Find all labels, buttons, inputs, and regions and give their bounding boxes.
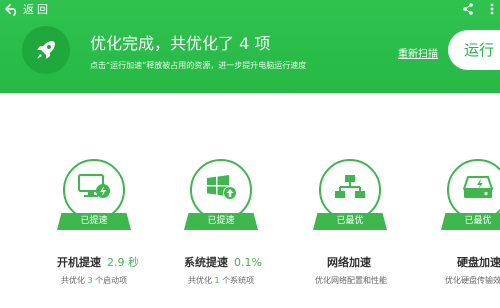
run-accelerate-button[interactable]: 运行 xyxy=(448,30,500,70)
system-speed-badge: 已提速 xyxy=(184,213,258,230)
rocket-badge xyxy=(22,26,70,74)
network-card: 已最优 网络加速 优化网络配置和性能 xyxy=(304,155,414,308)
network-title-row: 网络加速 xyxy=(327,255,437,271)
boot-speed-title: 开机提速 xyxy=(57,256,101,269)
system-speed-icon-circle xyxy=(190,159,252,221)
boot-speed-title-row: 开机提速 2.9 秒 xyxy=(57,255,167,271)
boot-speed-badge: 已提速 xyxy=(57,213,131,230)
hard-disk-card: 已最优 硬盘加速 优化硬盘传输效 xyxy=(432,155,500,308)
windows-up-icon xyxy=(207,175,237,200)
network-badge: 已最优 xyxy=(313,213,387,230)
rescan-link[interactable]: 重新扫描 xyxy=(398,45,438,60)
system-speed-card: 已提速 系统提速 0.1% 共优化 1 个系统项 xyxy=(175,155,285,308)
boot-speed-desc-prefix: 共优化 xyxy=(61,276,88,285)
boot-speed-card: 已提速 开机提速 2.9 秒 共优化 3 个启动项 xyxy=(48,155,158,308)
hard-disk-desc: 优化硬盘传输效 xyxy=(445,275,500,287)
hard-disk-icon-circle xyxy=(447,159,500,221)
system-speed-value: 0.1% xyxy=(234,256,262,269)
result-header: 返回 优化完成，共优化了 4 项 点击“运行加速”释放被占用的资源，进一步提升电… xyxy=(0,0,500,93)
boot-speed-desc: 共优化 3 个启动项 xyxy=(61,275,171,287)
boot-speed-desc-suffix: 个启动项 xyxy=(92,276,128,285)
network-desc: 优化网络配置和性能 xyxy=(315,275,425,287)
monitor-bolt-icon xyxy=(78,174,110,198)
more-icon[interactable] xyxy=(487,2,497,16)
top-bar: 返回 xyxy=(0,0,500,20)
system-speed-desc-suffix: 个系统项 xyxy=(219,276,255,285)
boot-speed-icon-circle xyxy=(63,159,125,221)
back-label: 返回 xyxy=(23,3,51,16)
hard-disk-title-row: 硬盘加速 xyxy=(457,255,500,271)
system-speed-desc-prefix: 共优化 xyxy=(188,276,215,285)
hard-disk-title: 硬盘加速 xyxy=(457,256,500,269)
headline: 优化完成，共优化了 4 项 xyxy=(90,34,271,53)
subline: 点击“运行加速”释放被占用的资源，进一步提升电脑运行速度 xyxy=(90,61,307,70)
network-icon xyxy=(335,175,365,198)
network-title: 网络加速 xyxy=(327,256,371,269)
hard-disk-desc-prefix: 优化硬盘传输效 xyxy=(445,276,500,285)
system-speed-title: 系统提速 xyxy=(184,256,228,269)
system-speed-desc: 共优化 1 个系统项 xyxy=(188,275,298,287)
hard-disk-icon xyxy=(463,176,493,198)
network-icon-circle xyxy=(319,159,381,221)
back-arrow-icon xyxy=(5,4,17,16)
system-speed-title-row: 系统提速 0.1% xyxy=(184,255,294,271)
rocket-icon xyxy=(37,41,55,59)
hard-disk-badge: 已最优 xyxy=(441,213,500,230)
back-button[interactable]: 返回 xyxy=(5,2,51,18)
network-desc-prefix: 优化网络配置和性能 xyxy=(315,276,387,285)
share-icon[interactable] xyxy=(462,2,474,16)
boot-speed-value: 2.9 秒 xyxy=(107,256,139,269)
